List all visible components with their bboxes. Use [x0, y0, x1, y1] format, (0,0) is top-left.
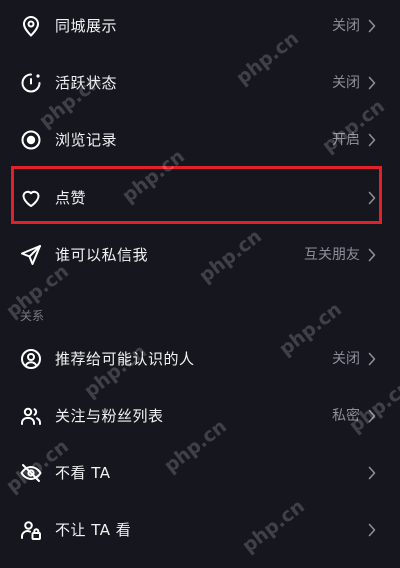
chevron-right-icon: [368, 191, 376, 205]
chevron-right-icon: [368, 523, 376, 537]
setting-row-block-them-viewing[interactable]: 不让 TA 看: [0, 501, 400, 559]
setting-value: 开启: [332, 132, 360, 148]
setting-label: 谁可以私信我: [55, 246, 149, 264]
setting-row-who-can-message[interactable]: 谁可以私信我 互关朋友: [0, 226, 400, 284]
setting-row-activity-status[interactable]: 活跃状态 关闭: [0, 54, 400, 112]
chevron-right-icon: [368, 133, 376, 147]
setting-label: 关注与粉丝列表: [55, 407, 164, 425]
setting-row-hide-their-posts[interactable]: 不看 TA: [0, 444, 400, 502]
setting-row-recommend-to-acquaintances[interactable]: 推荐给可能认识的人 关闭: [0, 330, 400, 388]
setting-label: 不看 TA: [55, 464, 111, 482]
setting-row-nearby-display[interactable]: 同城展示 关闭: [0, 0, 400, 55]
eye-off-icon: [19, 461, 43, 485]
setting-value: 关闭: [332, 75, 360, 91]
setting-value: 关闭: [332, 351, 360, 367]
setting-label: 浏览记录: [55, 131, 118, 149]
user-lock-icon: [19, 518, 43, 542]
chevron-right-icon: [368, 19, 376, 33]
chevron-right-icon: [368, 466, 376, 480]
setting-label: 推荐给可能认识的人: [55, 350, 195, 368]
eye-icon: [19, 128, 43, 152]
setting-value: 互关朋友: [304, 247, 360, 263]
users-icon: [19, 404, 43, 428]
heart-icon: [19, 186, 43, 210]
send-icon: [19, 243, 43, 267]
setting-value: 关闭: [332, 18, 360, 34]
setting-row-follow-and-fans-list[interactable]: 关注与粉丝列表 私密: [0, 387, 400, 445]
section-header-relations: 关系: [20, 309, 45, 323]
setting-label: 活跃状态: [55, 74, 118, 92]
chevron-right-icon: [368, 352, 376, 366]
setting-row-likes[interactable]: 点赞: [0, 169, 400, 227]
location-pin-icon: [19, 14, 43, 38]
setting-row-browse-history[interactable]: 浏览记录 开启: [0, 111, 400, 169]
setting-label: 不让 TA 看: [55, 521, 132, 539]
activity-status-icon: [19, 71, 43, 95]
setting-label: 点赞: [55, 189, 87, 207]
setting-label: 同城展示: [55, 17, 118, 35]
person-circle-icon: [19, 347, 43, 371]
chevron-right-icon: [368, 76, 376, 90]
setting-value: 私密: [332, 408, 360, 424]
chevron-right-icon: [368, 409, 376, 423]
chevron-right-icon: [368, 248, 376, 262]
